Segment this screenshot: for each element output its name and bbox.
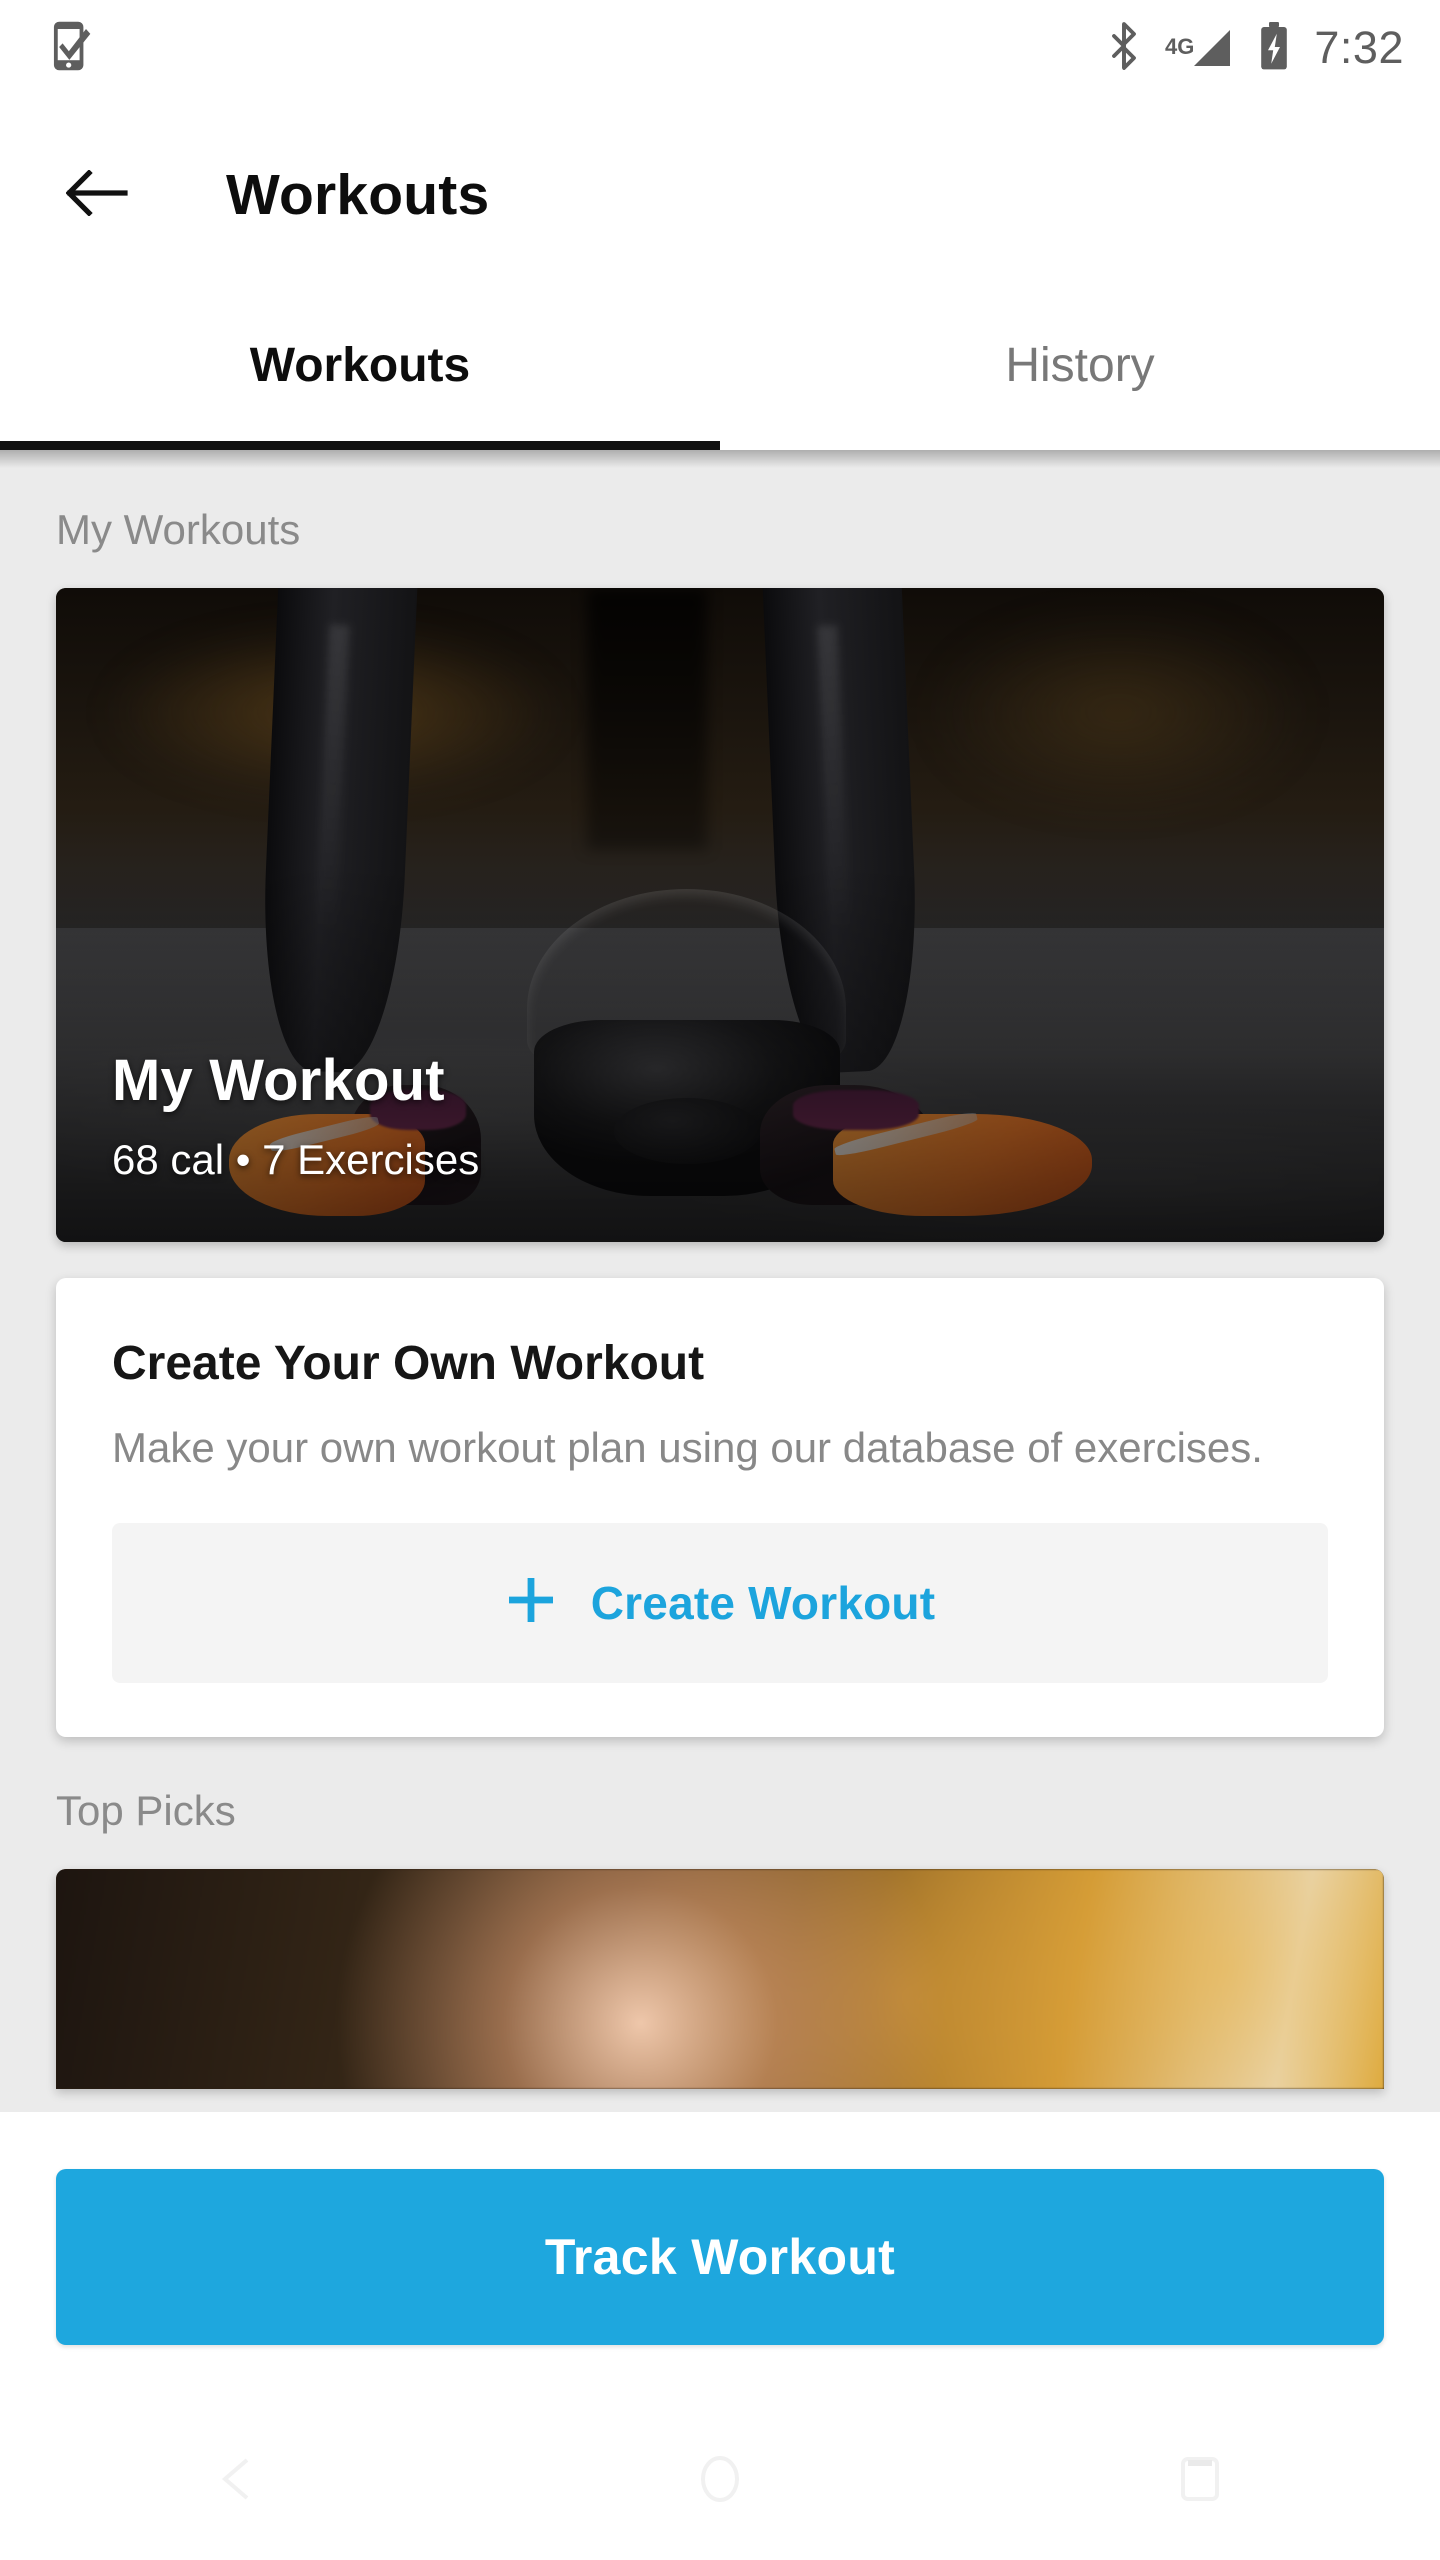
phone-check-icon: [52, 20, 94, 77]
tab-workouts[interactable]: Workouts: [0, 294, 720, 450]
bluetooth-icon: [1107, 21, 1141, 75]
back-arrow-icon: [65, 168, 128, 221]
nav-home-circle-icon: [696, 2453, 744, 2510]
nav-recents-square-icon: [1179, 2455, 1221, 2508]
tab-active-indicator: [0, 441, 720, 450]
section-header-my-workouts: My Workouts: [56, 506, 301, 553]
tab-bar: Workouts History: [0, 294, 1440, 450]
back-button[interactable]: [62, 160, 132, 230]
plus-icon: [505, 1574, 557, 1631]
tab-workouts-label: Workouts: [249, 338, 471, 392]
system-navigation-bar: [0, 2402, 1440, 2560]
my-workout-subtitle: 68 cal • 7 Exercises: [112, 1136, 480, 1183]
top-picks-card[interactable]: [56, 1868, 1384, 2089]
tab-history-label: History: [1005, 338, 1155, 392]
section-header-top-picks: Top Picks: [56, 1786, 236, 1834]
my-workout-card[interactable]: My Workout 68 cal • 7 Exercises: [56, 588, 1384, 1242]
tab-history[interactable]: History: [720, 294, 1440, 450]
status-bar: 4G 7:32: [0, 0, 1440, 96]
create-workout-description: Make your own workout plan using our dat…: [112, 1424, 1263, 1471]
create-workout-button-label: Create Workout: [590, 1576, 936, 1629]
create-workout-title: Create Your Own Workout: [112, 1337, 705, 1390]
scroll-content[interactable]: My Workouts My Workout 68 cal • 7 Exerci…: [0, 450, 1440, 2112]
signal-bars-icon: 4G: [1165, 26, 1234, 70]
my-workout-title: My Workout: [112, 1048, 445, 1113]
my-workout-card-text: My Workout 68 cal • 7 Exercises: [112, 1047, 479, 1184]
status-bar-left: [52, 20, 94, 77]
app-bar: Workouts: [0, 96, 1440, 294]
create-workout-button[interactable]: Create Workout: [112, 1522, 1328, 1683]
track-workout-button-label: Track Workout: [544, 2229, 896, 2285]
track-workout-button[interactable]: Track Workout: [56, 2169, 1384, 2345]
bottom-action-bar: Track Workout: [0, 2112, 1440, 2402]
nav-home-button[interactable]: [480, 2402, 960, 2560]
network-type-label: 4G: [1165, 34, 1195, 59]
status-bar-right: 4G 7:32: [1107, 21, 1404, 76]
nav-back-button[interactable]: [0, 2402, 480, 2560]
top-picks-photo: [56, 1868, 1384, 2089]
create-workout-card: Create Your Own Workout Make your own wo…: [56, 1278, 1384, 1737]
tab-bar-shadow: [0, 450, 1440, 468]
battery-charging-icon: [1258, 21, 1290, 76]
status-bar-clock: 7:32: [1314, 22, 1404, 73]
page-title: Workouts: [226, 163, 490, 227]
nav-back-triangle-icon: [217, 2456, 263, 2507]
nav-recents-button[interactable]: [960, 2402, 1440, 2560]
